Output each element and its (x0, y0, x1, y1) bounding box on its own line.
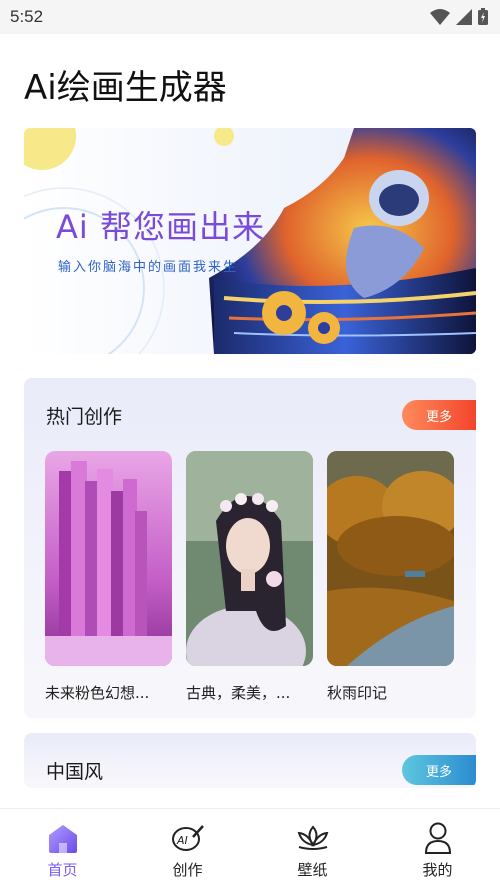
hero-banner[interactable]: Ai 帮您画出来 输入你脑海中的画面我来生 (24, 128, 476, 354)
signal-icon (456, 8, 472, 25)
banner-title: Ai 帮您画出来 (56, 208, 265, 246)
status-bar: 5:52 (0, 0, 500, 34)
lotus-icon (296, 821, 330, 855)
hot-creations-section: 热门创作 更多 未来粉色幻想... 古典，柔美，... 秋雨印记 (24, 378, 476, 718)
status-icons (430, 8, 488, 25)
nav-item-create[interactable]: AI 创作 (125, 809, 250, 888)
status-time: 5:52 (10, 7, 44, 26)
more-button-chinese[interactable]: 更多 (402, 755, 476, 785)
nav-item-home[interactable]: 首页 (0, 809, 125, 888)
artwork-caption: 未来粉色幻想... (45, 684, 150, 702)
banner-subtitle: 输入你脑海中的画面我来生 (58, 260, 239, 275)
nav-label-home: 首页 (47, 861, 78, 879)
nav-item-profile[interactable]: 我的 (375, 809, 500, 888)
nav-item-wallpaper[interactable]: 壁纸 (250, 809, 375, 888)
artwork-card[interactable]: 古典，柔美，... (186, 451, 313, 703)
nav-label-create: 创作 (172, 861, 203, 879)
artwork-caption: 古典，柔美，... (186, 684, 291, 702)
section-title-hot: 热门创作 (46, 406, 123, 428)
bottom-nav: 首页 AI 创作 壁纸 我的 (0, 808, 500, 888)
home-icon (46, 821, 80, 855)
artwork-image-pink-future (45, 451, 172, 666)
more-button-hot[interactable]: 更多 (402, 400, 476, 430)
artwork-card[interactable]: 秋雨印记 (327, 451, 454, 703)
artwork-image-autumn-rain (327, 451, 454, 666)
section-title-chinese: 中国风 (46, 761, 104, 783)
person-icon (421, 821, 455, 855)
palette-icon: AI (171, 821, 205, 855)
hot-thumbnail-list: 未来粉色幻想... 古典，柔美，... 秋雨印记 (45, 451, 454, 703)
nav-label-profile: 我的 (422, 861, 453, 879)
svg-text:AI: AI (176, 834, 188, 847)
artwork-caption: 秋雨印记 (327, 684, 388, 702)
nav-label-wallpaper: 壁纸 (297, 861, 328, 879)
chinese-style-section: 中国风 更多 (24, 733, 476, 788)
artwork-card[interactable]: 未来粉色幻想... (45, 451, 172, 703)
wifi-icon (430, 8, 450, 25)
battery-icon (478, 8, 488, 25)
artwork-image-classical-girl (186, 451, 313, 666)
page-title: Ai绘画生成器 (24, 68, 227, 108)
